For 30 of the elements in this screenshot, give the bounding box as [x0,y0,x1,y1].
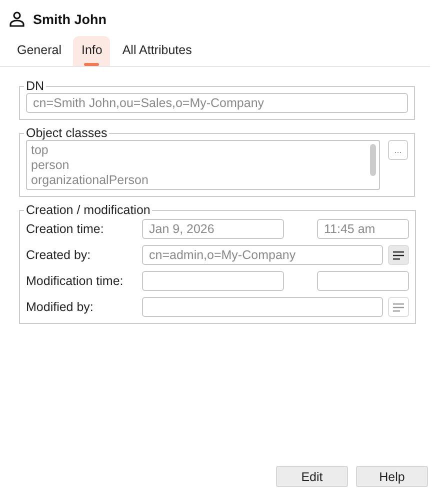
dn-field[interactable]: cn=admin,o=My-Company [142,245,383,265]
dialog-button[interactable]: Edit [276,466,348,487]
dn-field[interactable] [142,297,383,317]
lines-icon [393,250,404,260]
window-title: Smith John [33,12,106,26]
dn-field[interactable]: cn=Smith John,ou=Sales,o=My-Company [26,93,408,113]
lines-icon [393,302,404,312]
list-item[interactable]: top [31,143,370,158]
field-label: Created by: [26,248,92,262]
scrollbar-thumb[interactable] [370,144,376,176]
date-field[interactable] [142,271,284,291]
tab[interactable]: General [9,36,70,66]
date-field[interactable]: Jan 9, 2026 [142,219,284,239]
user-icon [9,11,25,27]
time-field[interactable] [317,271,409,291]
group-title: DN [25,79,46,93]
group-title: Creation / modification [25,203,152,217]
time-field[interactable]: 11:45 am [317,219,409,239]
tab[interactable]: Info [73,36,110,66]
field-label: Modified by: [26,300,94,314]
object-class-list[interactable]: top person organizationalPerson [26,140,380,190]
details-button[interactable] [388,245,409,265]
list-item[interactable]: person [31,158,370,173]
list-item[interactable]: organizationalPerson [31,173,370,188]
field-label: Creation time: [26,222,105,236]
tab[interactable]: All Attributes [114,36,200,66]
dialog-button[interactable]: Help [356,466,428,487]
group-title: Object classes [25,126,108,140]
field-label: Modification time: [26,274,124,288]
more-button[interactable]: ... [388,140,408,160]
